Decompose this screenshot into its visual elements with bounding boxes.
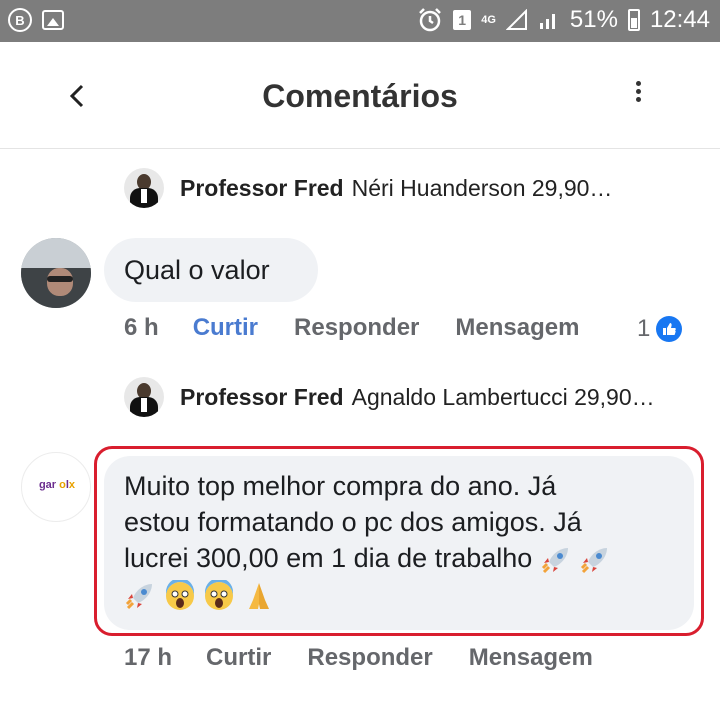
comment-line: lucrei 300,00 em 1 dia de trabalho	[124, 543, 533, 573]
sim-icon: 1	[453, 10, 472, 30]
rocket-emoji-icon	[125, 583, 152, 609]
reply-text: Néri Huanderson 29,90…	[351, 174, 613, 201]
comment-line: estou formatando o pc dos amigos. Já	[124, 507, 582, 537]
comment-bubble[interactable]: Qual o valor	[104, 238, 318, 302]
message-button[interactable]: Mensagem	[455, 314, 579, 342]
network-type: 4G	[481, 14, 496, 26]
reaction-count[interactable]: 1	[637, 315, 683, 343]
avatar	[124, 377, 164, 417]
image-icon	[42, 10, 64, 30]
kebab-menu-icon[interactable]	[628, 78, 648, 110]
reply-text: Agnaldo Lambertucci 29,90…	[351, 383, 655, 410]
rocket-emoji-icon	[541, 547, 568, 573]
avatar[interactable]: gar olx	[21, 452, 91, 522]
rocket-emoji-icon	[581, 547, 608, 573]
b-circle-icon: B	[8, 8, 32, 32]
like-button[interactable]: Curtir	[193, 314, 258, 342]
reply-author: Professor Fred	[180, 383, 344, 410]
avatar	[124, 168, 164, 208]
folded-hands-emoji-icon	[248, 582, 269, 609]
comment-time: 6 h	[124, 314, 159, 341]
signal-icon	[505, 9, 527, 30]
reply-preview[interactable]: Professor Fred Agnaldo Lambertucci 29,90…	[124, 377, 655, 417]
clock: 12:44	[649, 6, 710, 33]
like-button[interactable]: Curtir	[206, 644, 271, 672]
reaction-count-number: 1	[637, 315, 651, 342]
like-icon	[656, 316, 683, 342]
reply-button[interactable]: Responder	[307, 644, 432, 672]
battery-percent: 51%	[569, 6, 618, 33]
signal-bars-icon	[539, 14, 555, 29]
page-title: Comentários	[262, 78, 458, 114]
comment-actions: 6 h Curtir Responder Mensagem	[124, 314, 579, 342]
message-button[interactable]: Mensagem	[469, 644, 593, 672]
olx-logo: gar olx	[38, 479, 76, 491]
reply-preview[interactable]: Professor Fred Néri Huanderson 29,90…	[124, 168, 612, 208]
comment-line: Muito top melhor compra do ano. Já	[124, 471, 557, 501]
scream-emoji-icon	[205, 579, 234, 610]
battery-icon	[627, 9, 640, 31]
reply-button[interactable]: Responder	[294, 314, 419, 342]
scream-emoji-icon	[165, 579, 194, 610]
reply-author: Professor Fred	[180, 174, 344, 201]
comment-time: 17 h	[124, 644, 173, 671]
header: Comentários	[0, 42, 720, 149]
alarm-icon	[419, 8, 442, 32]
status-bar: B 1 4G 51% 12:44	[0, 0, 720, 42]
comment-bubble[interactable]: Muito top melhor compra do ano. Já estou…	[104, 456, 694, 630]
comment-text: Qual o valor	[124, 254, 270, 285]
comment-actions: 17 h Curtir Responder Mensagem	[124, 644, 593, 672]
avatar[interactable]	[21, 238, 91, 308]
